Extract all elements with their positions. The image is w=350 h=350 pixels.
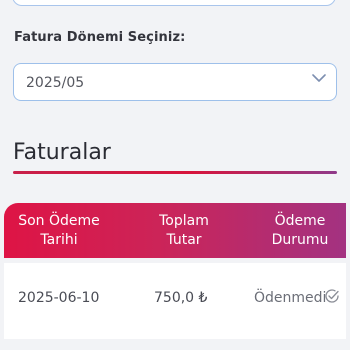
table-row[interactable]: 2025-06-10 750,0 ₺ Ödenmedi	[4, 263, 346, 339]
row-amount: 750,0 ₺	[154, 290, 208, 306]
column-header-due-date-line1: Son Ödeme	[18, 213, 100, 229]
column-header-status: Ödeme Durumu	[260, 212, 340, 250]
column-header-due-date: Son Ödeme Tarihi	[14, 212, 104, 250]
column-header-total-line1: Toplam	[159, 213, 209, 229]
row-status: Ödenmedi	[254, 290, 327, 306]
column-header-total: Toplam Tutar	[139, 212, 229, 250]
period-select-value: 2025/05	[26, 75, 85, 91]
column-header-status-line1: Ödeme	[274, 213, 326, 229]
column-header-due-date-line2: Tarihi	[40, 232, 78, 248]
period-select[interactable]: 2025/05	[13, 63, 337, 101]
unpaid-check-circle-icon	[325, 289, 339, 303]
invoice-page: Fatura Dönemi Seçiniz: 2025/05 Faturalar…	[0, 0, 350, 350]
row-due-date: 2025-06-10	[18, 290, 100, 306]
column-header-total-line2: Tutar	[166, 232, 202, 248]
column-header-status-line2: Durumu	[271, 232, 329, 248]
section-title: Faturalar	[13, 140, 111, 165]
previous-card	[12, 0, 336, 6]
chevron-down-icon	[312, 74, 326, 82]
title-underline	[13, 171, 337, 174]
period-label: Fatura Dönemi Seçiniz:	[14, 30, 186, 45]
table-header: Son Ödeme Tarihi Toplam Tutar Ödeme Duru…	[4, 203, 346, 258]
